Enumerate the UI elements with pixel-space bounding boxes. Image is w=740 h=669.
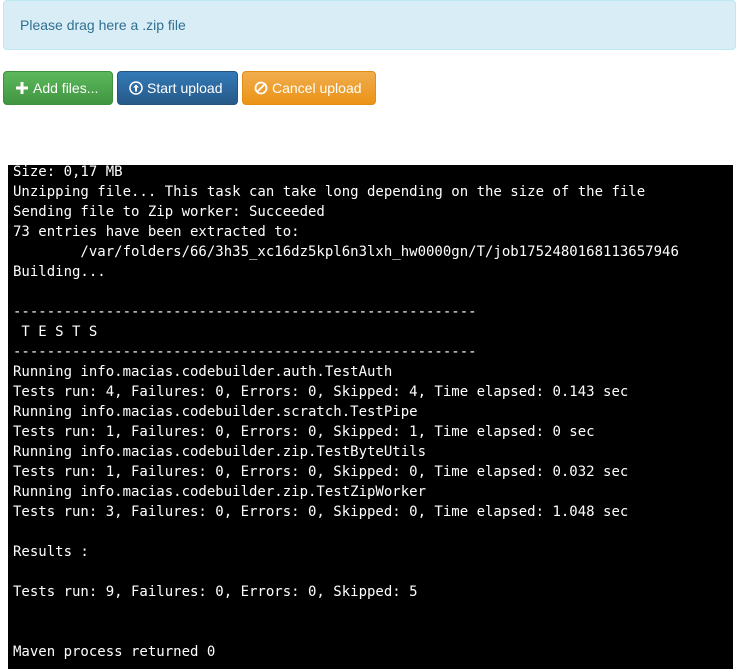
- console-line: Building...: [13, 264, 106, 280]
- console-line: Tests run: 1, Failures: 0, Errors: 0, Sk…: [13, 464, 629, 480]
- console-line: Maven process returned 0: [13, 644, 216, 660]
- console-line: Running info.macias.codebuilder.auth.Tes…: [13, 364, 393, 380]
- console-line: Size: 0,17 MB: [13, 165, 123, 180]
- console-line: Unzipping file... This task can take lon…: [13, 184, 646, 200]
- console-line: T E S T S: [13, 324, 98, 340]
- start-upload-button[interactable]: Start upload: [117, 71, 238, 105]
- console-line: ----------------------------------------…: [13, 344, 477, 360]
- console-line: Tests run: 3, Failures: 0, Errors: 0, Sk…: [13, 504, 629, 520]
- build-console: Size: 0,17 MB Unzipping file... This task…: [8, 165, 733, 669]
- console-line: Running info.macias.codebuilder.scratch.…: [13, 404, 418, 420]
- console-line: Sending file to Zip worker: Succeeded: [13, 204, 325, 220]
- console-line: Tests run: 1, Failures: 0, Errors: 0, Sk…: [13, 424, 595, 440]
- upload-toolbar: Add files... Start upload Cancel upload: [3, 71, 376, 105]
- ban-icon: [254, 81, 268, 95]
- console-line: Running info.macias.codebuilder.zip.Test…: [13, 484, 427, 500]
- console-line: 73 entries have been extracted to:: [13, 224, 300, 240]
- console-line: ----------------------------------------…: [13, 304, 477, 320]
- start-upload-label: Start upload: [147, 80, 223, 96]
- add-files-button[interactable]: Add files...: [3, 71, 113, 105]
- console-output: Size: 0,17 MB Unzipping file... This task…: [13, 165, 728, 662]
- console-line: Tests run: 4, Failures: 0, Errors: 0, Sk…: [13, 384, 629, 400]
- console-line: Running info.macias.codebuilder.zip.Test…: [13, 444, 427, 460]
- console-line: /var/folders/66/3h35_xc16dz5kpl6n3lxh_hw…: [13, 244, 679, 260]
- console-line: Results :: [13, 544, 89, 560]
- cancel-upload-button[interactable]: Cancel upload: [242, 71, 376, 105]
- plus-icon: [15, 81, 29, 95]
- add-files-label: Add files...: [33, 80, 99, 96]
- upload-circle-icon: [129, 81, 143, 95]
- upload-page: Please drag here a .zip file Add files..…: [0, 0, 740, 669]
- dropzone-text: Please drag here a .zip file: [20, 17, 186, 33]
- cancel-upload-label: Cancel upload: [272, 80, 362, 96]
- console-line: Tests run: 9, Failures: 0, Errors: 0, Sk…: [13, 584, 418, 600]
- zip-dropzone[interactable]: Please drag here a .zip file: [3, 0, 736, 50]
